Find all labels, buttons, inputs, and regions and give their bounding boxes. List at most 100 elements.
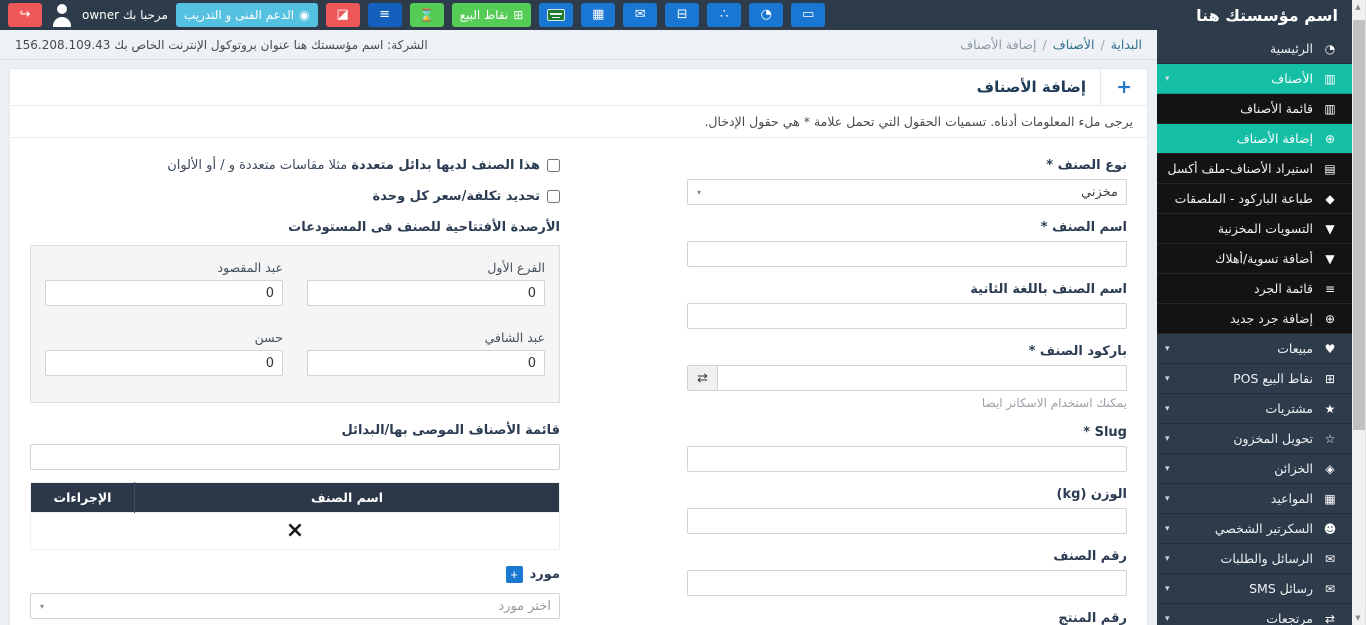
sidebar-item-sms[interactable]: ✉ رسائل SMS ▾ (1157, 574, 1352, 604)
sidebar-subitem-items-list[interactable]: ▥ قائمة الأصناف (1157, 94, 1352, 124)
saudi-flag-icon (547, 9, 565, 21)
weight-input[interactable] (687, 508, 1127, 534)
sidebar-item-appointments[interactable]: ▦ المواعيد ▾ (1157, 484, 1352, 514)
weight-label: الوزن (kg) (687, 487, 1127, 502)
warehouse-qty-input[interactable] (307, 350, 545, 376)
chevron-down-icon: ▾ (1165, 554, 1170, 564)
scroll-down-arrow[interactable]: ▼ (1351, 611, 1365, 625)
list-icon: ≡ (1320, 282, 1340, 296)
sidebar-subitem-add-new-stocktake[interactable]: ⊕ إضافة جرد جديد (1157, 304, 1352, 334)
share-button[interactable]: ∴ (707, 3, 741, 27)
sidebar-item-safes[interactable]: ◈ الخزائن ▾ (1157, 454, 1352, 484)
sidebar-item-messages-requests[interactable]: ✉ الرسائل والطلبات ▾ (1157, 544, 1352, 574)
hourglass-button[interactable]: ⌛ (410, 3, 444, 27)
warehouse-label: الفرع الأول (307, 260, 545, 275)
unit-cost-checkbox[interactable] (547, 190, 560, 203)
item-name2-input[interactable] (687, 303, 1127, 329)
list-icon: ≡ (379, 3, 390, 27)
user-avatar[interactable] (50, 3, 74, 27)
add-supplier-button[interactable]: + (506, 566, 523, 583)
company-ip-info: الشركة: اسم مؤسستك هنا عنوان بروتوكول ال… (15, 38, 428, 52)
support-training-button[interactable]: ◉ الدعم الفنى و التدريب (176, 3, 318, 27)
main-column: ↪ مرحبا بك owner ◉ الدعم الفنى و التدريب… (0, 0, 1157, 625)
language-flag-button[interactable] (539, 3, 573, 27)
item-number-input[interactable] (687, 570, 1127, 596)
sidebar-subitem-inventory-adjustments[interactable]: ▼ التسويات المخزنية (1157, 214, 1352, 244)
box-icon: ◈ (1320, 462, 1340, 476)
recommended-items-input[interactable] (30, 444, 560, 470)
barcode-input[interactable] (717, 365, 1127, 391)
calendar-icon: ▦ (1320, 492, 1340, 506)
chevron-down-icon: ▾ (1165, 524, 1170, 534)
sidebar-subitem-print-barcode-labels[interactable]: ◆ طباعة الباركود - الملصقات (1157, 184, 1352, 214)
menu-list-button[interactable]: ≡ (368, 3, 402, 27)
eraser-icon: ◪ (336, 3, 348, 27)
breadcrumb-current: إضافة الأصناف (960, 37, 1036, 52)
warehouse-qty-input[interactable] (45, 280, 283, 306)
item-name-input[interactable] (687, 241, 1127, 267)
plus-icon[interactable]: + (1100, 69, 1147, 105)
sidebar-subitem-import-items-excel[interactable]: ▤ استيراد الأصناف-ملف أكسل (1157, 154, 1352, 184)
eraser-button[interactable]: ◪ (326, 3, 360, 27)
gauge-icon: ◔ (761, 3, 772, 27)
sidebar-item-purchases[interactable]: ★ مشتريات ▾ (1157, 394, 1352, 424)
scroll-up-arrow[interactable]: ▲ (1351, 0, 1365, 14)
warehouse-qty-input[interactable] (45, 350, 283, 376)
dashboard-button[interactable]: ◔ (749, 3, 783, 27)
company-name[interactable]: اسم مؤسستك هنا (1157, 0, 1352, 34)
breadcrumb-home[interactable]: البداية (1111, 37, 1142, 52)
plus-circle-icon: ⊕ (1320, 132, 1340, 146)
grid-icon: ⊞ (1320, 372, 1340, 386)
calculator-icon: ⊟ (677, 3, 688, 27)
warehouse-qty-input[interactable] (307, 280, 545, 306)
mail-button[interactable]: ✉ (623, 3, 657, 27)
calendar-button[interactable]: ▦ (581, 3, 615, 27)
variants-checkbox[interactable] (547, 159, 560, 172)
item-type-select[interactable]: مخزني ▾ (687, 179, 1127, 205)
barcode-label: باركود الصنف * (687, 344, 1127, 359)
slug-label: Slug * (687, 425, 1127, 440)
scrollbar-thumb[interactable] (1353, 20, 1365, 430)
slug-input[interactable] (687, 446, 1127, 472)
item-form: نوع الصنف * مخزني ▾ اسم الصنف * اسم الصن… (10, 138, 1147, 625)
opening-balance-heading: الأرصدة الأفتتاحية للصنف فى المستودعات (30, 220, 560, 235)
sidebar-item-pos[interactable]: ⊞ نقاط البيع POS ▾ (1157, 364, 1352, 394)
sidebar-item-items[interactable]: ▥ الأصناف ▾ (1157, 64, 1352, 94)
sidebar-item-returns[interactable]: ⇄ مرتجعات ▾ (1157, 604, 1352, 625)
sidebar-subitem-add-adjustment-depreciation[interactable]: ▼ أضافة تسوية/أهلاك (1157, 244, 1352, 274)
recommended-items-label: قائمة الأصناف الموصى بها/البدائل (30, 423, 560, 438)
sidebar-item-stock-transfer[interactable]: ☆ تحويل المخزون ▾ (1157, 424, 1352, 454)
breadcrumb-items[interactable]: الأصناف (1053, 37, 1095, 52)
add-items-panel: + إضافة الأصناف يرجى ملء المعلومات أدناه… (9, 68, 1148, 625)
logout-icon: ↪ (20, 3, 31, 27)
shuffle-icon: ⇄ (697, 370, 708, 385)
close-icon[interactable]: × (286, 518, 304, 543)
sidebar-item-personal-secretary[interactable]: ☻ السكرتير الشخصي ▾ (1157, 514, 1352, 544)
chevron-down-icon: ▾ (1165, 614, 1170, 624)
sidebar-subitem-stocktake-list[interactable]: ≡ قائمة الجرد (1157, 274, 1352, 304)
shuffle-icon: ⇄ (1320, 612, 1340, 625)
barcode-icon: ▥ (1320, 72, 1340, 86)
calculator-button[interactable]: ⊟ (665, 3, 699, 27)
page-title: إضافة الأصناف (963, 69, 1100, 105)
generate-barcode-button[interactable]: ⇄ (687, 365, 717, 391)
pos-button[interactable]: ⊞ نقاط البيع (452, 3, 532, 27)
sidebar-menu: ◔ الرئيسية ▥ الأصناف ▾ ▥ قائمة الأصناف ⊕… (1157, 34, 1352, 625)
table-row: × (31, 513, 560, 550)
column-header-actions: الإجراءات (31, 483, 135, 513)
supplier-select[interactable]: اختر مورد ▾ (30, 593, 560, 619)
product-number-label: رقم المنتج (687, 611, 1127, 625)
sidebar-item-sales[interactable]: ♥ مبيعات ▾ (1157, 334, 1352, 364)
chevron-down-icon: ▾ (1165, 464, 1170, 474)
logout-button[interactable]: ↪ (8, 3, 42, 27)
column-header-item-name: اسم الصنف (135, 483, 560, 513)
sidebar-item-home[interactable]: ◔ الرئيسية (1157, 34, 1352, 64)
page-scrollbar[interactable]: ▲ ▼ (1352, 0, 1366, 625)
tag-icon: ◆ (1320, 192, 1340, 206)
envelope-icon: ✉ (635, 3, 646, 27)
breadcrumb: البداية / الأصناف / إضافة الأصناف (960, 37, 1142, 52)
sidebar-subitem-add-items[interactable]: ⊕ إضافة الأصناف (1157, 124, 1352, 154)
warehouse-label: عبد الشافي (307, 330, 545, 345)
breadcrumb-bar: البداية / الأصناف / إضافة الأصناف الشركة… (0, 30, 1157, 60)
desktop-button[interactable]: ▭ (791, 3, 825, 27)
